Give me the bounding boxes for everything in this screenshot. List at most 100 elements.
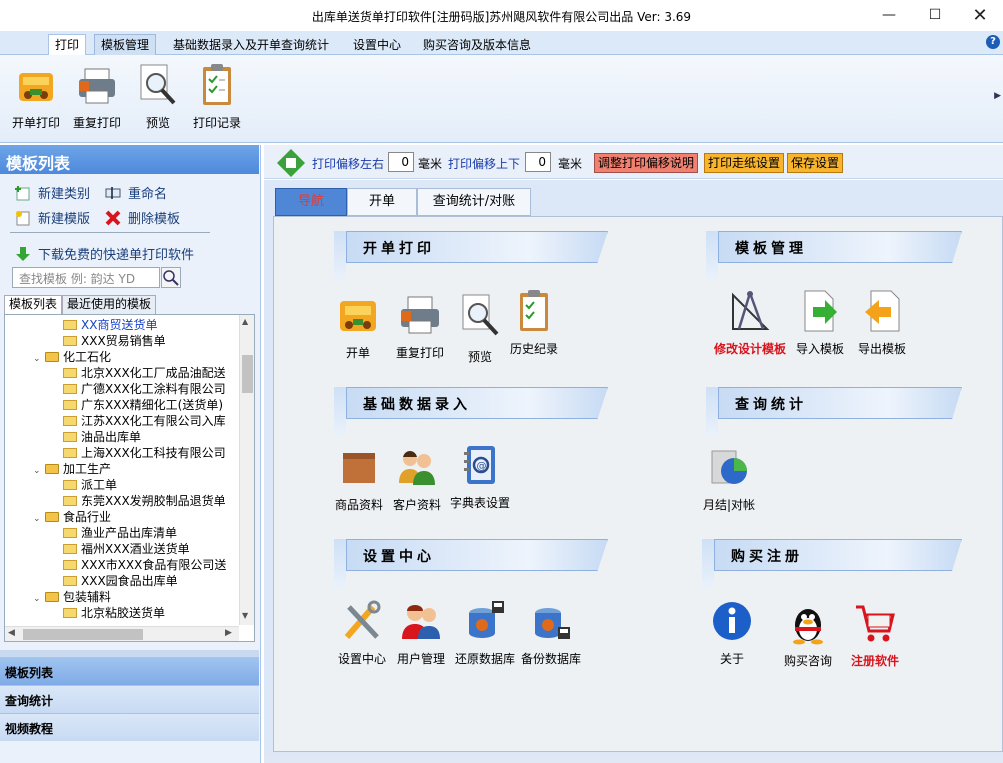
export-template-button[interactable]: 导出模板 bbox=[854, 289, 910, 357]
tree-item[interactable]: 油品出库单 bbox=[63, 429, 141, 445]
tab-navigation[interactable]: 导航 bbox=[275, 188, 347, 216]
open-order-button[interactable]: 开单 bbox=[336, 293, 380, 361]
template-file-icon bbox=[63, 496, 77, 506]
offset-lr-input[interactable]: 0 bbox=[388, 152, 414, 172]
tree-vertical-thumb[interactable] bbox=[242, 355, 253, 393]
template-search-input[interactable]: 查找模板 例: 韵达 YD bbox=[12, 267, 160, 288]
tree-item[interactable]: 北京XXX化工厂成品油配送 bbox=[63, 365, 226, 381]
reprint-button[interactable]: 重复打印 bbox=[69, 63, 125, 131]
ribbon-scroll-right-icon[interactable]: ▶ bbox=[994, 91, 1001, 101]
scroll-right-icon[interactable]: ▶ bbox=[225, 628, 232, 638]
tree-folder[interactable]: ⌄ 加工生产 bbox=[33, 461, 111, 477]
help-icon[interactable]: ? bbox=[986, 35, 1000, 49]
navigation-panel: 开单打印 开单 重复打印 预览 历史纪录 模板管理 修改设计模板 导入模板 导出… bbox=[273, 216, 1003, 752]
section-bar bbox=[702, 539, 714, 587]
settings-center-button[interactable]: 设置中心 bbox=[336, 599, 388, 667]
template-file-icon bbox=[63, 416, 77, 426]
purchase-consult-button[interactable]: 购买咨询 bbox=[776, 601, 840, 669]
scroll-left-icon[interactable]: ◀ bbox=[8, 628, 15, 638]
monthly-reconcile-label: 月结|对帐 bbox=[702, 498, 756, 512]
new-template-button[interactable]: 新建模版 bbox=[14, 208, 90, 227]
close-icon[interactable]: ✕ bbox=[957, 0, 1003, 30]
tab-open-order[interactable]: 开单 bbox=[347, 188, 417, 216]
tree-node-label: XXX园食品出库单 bbox=[81, 574, 178, 588]
minimize-icon[interactable]: — bbox=[866, 0, 912, 30]
backup-database-button[interactable]: 备份数据库 bbox=[520, 599, 582, 667]
edit-design-template-button[interactable]: 修改设计模板 bbox=[710, 289, 790, 357]
save-settings-button[interactable]: 保存设置 bbox=[787, 153, 844, 173]
tree-item[interactable]: XXX贸易销售单 bbox=[63, 333, 166, 349]
section-query-header: 查询统计 bbox=[718, 387, 962, 419]
search-icon bbox=[163, 270, 179, 286]
tree-item[interactable]: 广德XXX化工涂料有限公司 bbox=[63, 381, 226, 397]
dictionary-settings-button[interactable]: @ 字典表设置 bbox=[448, 443, 512, 511]
user-management-button[interactable]: 用户管理 bbox=[394, 599, 448, 667]
new-category-icon bbox=[15, 185, 30, 200]
tree-horizontal-scrollbar[interactable]: ◀ ▶ bbox=[5, 626, 239, 641]
template-file-icon bbox=[63, 608, 77, 618]
open-print-button[interactable]: 开单打印 bbox=[8, 63, 64, 131]
section-bar bbox=[706, 231, 718, 279]
tab-print[interactable]: 打印 bbox=[48, 34, 87, 55]
expand-toggle-icon[interactable]: ⌄ bbox=[33, 591, 43, 607]
tree-item[interactable]: 江苏XXX化工有限公司入库 bbox=[63, 413, 226, 429]
print-record-button[interactable]: 打印记录 bbox=[189, 63, 245, 131]
delete-template-button[interactable]: 删除模板 bbox=[104, 208, 180, 227]
tab-recent-templates[interactable]: 最近使用的模板 bbox=[62, 295, 157, 314]
expand-toggle-icon[interactable]: ⌄ bbox=[33, 511, 43, 527]
tab-template-manage[interactable]: 模板管理 bbox=[94, 34, 157, 55]
nav-video-tutorial[interactable]: 视频教程 bbox=[0, 713, 259, 741]
download-arrow-icon bbox=[16, 246, 30, 261]
tree-folder[interactable]: ⌄ 包装辅料 bbox=[33, 589, 111, 605]
scroll-down-icon[interactable]: ▼ bbox=[242, 611, 248, 620]
tree-vertical-scrollbar[interactable]: ▲ ▼ bbox=[239, 315, 254, 625]
reprint-nav-button[interactable]: 重复打印 bbox=[392, 293, 448, 361]
nav-query-stats[interactable]: 查询统计 bbox=[0, 685, 259, 713]
search-button[interactable] bbox=[161, 267, 181, 288]
tree-item[interactable]: 派工单 bbox=[63, 477, 117, 493]
preview-button[interactable]: 预览 bbox=[130, 63, 186, 131]
about-button[interactable]: 关于 bbox=[704, 599, 760, 667]
tree-node-label: 上海XXX化工科技有限公司 bbox=[81, 446, 226, 460]
history-record-button[interactable]: 历史纪录 bbox=[506, 289, 562, 357]
tree-item[interactable]: XXX园食品出库单 bbox=[63, 573, 178, 589]
register-software-button[interactable]: 注册软件 bbox=[844, 601, 906, 669]
tree-item[interactable]: XXX市XXX食品有限公司送 bbox=[63, 557, 226, 573]
product-info-button[interactable]: 商品资料 bbox=[332, 445, 386, 513]
tab-template-list[interactable]: 模板列表 bbox=[4, 295, 63, 314]
tree-item[interactable]: 渔业产品出库清单 bbox=[63, 525, 177, 541]
tree-folder[interactable]: ⌄ 食品行业 bbox=[33, 509, 111, 525]
folder-icon bbox=[45, 352, 59, 362]
preview-nav-button[interactable]: 预览 bbox=[456, 293, 504, 365]
import-template-button[interactable]: 导入模板 bbox=[794, 289, 846, 357]
paper-feed-settings-button[interactable]: 打印走纸设置 bbox=[704, 153, 785, 173]
address-book-icon: @ bbox=[464, 446, 495, 484]
tree-item[interactable]: 广东XXX精细化工(送货单) bbox=[63, 397, 223, 413]
tree-item[interactable]: XX商贸送货单 bbox=[63, 317, 157, 333]
offset-help-button[interactable]: 调整打印偏移说明 bbox=[594, 153, 699, 173]
new-category-button[interactable]: 新建类别 bbox=[14, 183, 90, 202]
tree-folder[interactable]: ⌄ 化工石化 bbox=[33, 349, 111, 365]
maximize-icon[interactable]: ☐ bbox=[912, 0, 958, 30]
tab-basic-data[interactable]: 基础数据录入及开单查询统计 bbox=[166, 34, 336, 55]
tab-query-reconcile[interactable]: 查询统计/对账 bbox=[417, 188, 531, 216]
tab-purchase-info[interactable]: 购买咨询及版本信息 bbox=[416, 34, 538, 55]
offset-ud-input[interactable]: 0 bbox=[525, 152, 551, 172]
restore-database-button[interactable]: 还原数据库 bbox=[452, 599, 518, 667]
scroll-up-icon[interactable]: ▲ bbox=[242, 317, 248, 326]
rename-button[interactable]: 重命名 bbox=[104, 183, 167, 202]
section-print-header: 开单打印 bbox=[346, 231, 608, 263]
expand-toggle-icon[interactable]: ⌄ bbox=[33, 463, 43, 479]
monthly-reconcile-button[interactable]: 月结|对帐 bbox=[698, 445, 760, 513]
tree-horizontal-thumb[interactable] bbox=[23, 629, 143, 640]
tree-item[interactable]: 北京粘胶送货单 bbox=[63, 605, 165, 621]
tab-settings[interactable]: 设置中心 bbox=[346, 34, 408, 55]
rename-label: 重命名 bbox=[128, 187, 168, 202]
tree-item[interactable]: 上海XXX化工科技有限公司 bbox=[63, 445, 226, 461]
tree-item[interactable]: 福州XXX酒业送货单 bbox=[63, 541, 190, 557]
download-link[interactable]: 下载免费的快递单打印软件 bbox=[14, 244, 194, 263]
expand-toggle-icon[interactable]: ⌄ bbox=[33, 351, 43, 367]
tree-item[interactable]: 东莞XXX发朔胶制品退货单 bbox=[63, 493, 226, 509]
customer-info-button[interactable]: 客户资料 bbox=[390, 445, 444, 513]
nav-template-list[interactable]: 模板列表 bbox=[0, 657, 259, 685]
